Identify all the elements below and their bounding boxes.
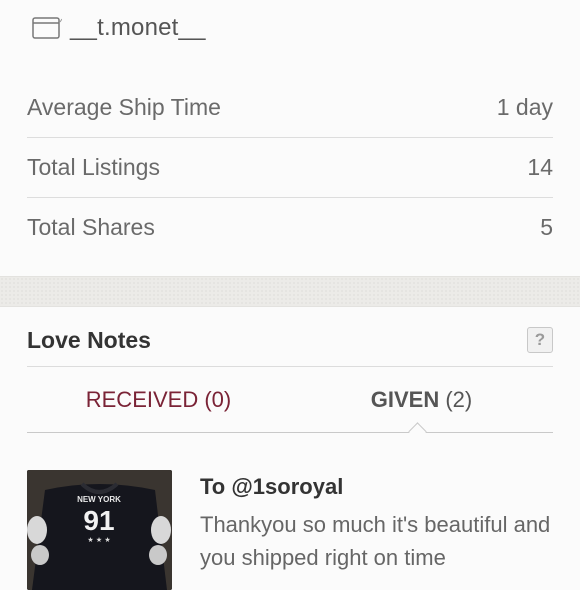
tab-count: (2) [445, 387, 473, 412]
active-tab-pointer [408, 422, 427, 441]
stat-label: Average Ship Time [27, 94, 221, 120]
seller-stats: Average Ship Time 1 day Total Listings 1… [27, 78, 553, 257]
divider [27, 366, 553, 367]
tab-count: (0) [204, 387, 232, 412]
stat-label: Total Shares [27, 214, 155, 240]
note-recipient[interactable]: To @1soroyal [200, 474, 343, 500]
shirt-number: 91 [83, 505, 114, 536]
note-thumbnail[interactable]: NEW YORK 91 ★ ★ ★ [27, 470, 172, 590]
section-separator [0, 276, 580, 307]
love-notes-title: Love Notes [27, 326, 151, 353]
stat-value: 1 day [496, 94, 553, 120]
tab-label: GIVEN [370, 387, 440, 412]
stat-total-shares: Total Shares 5 [27, 198, 553, 257]
help-icon[interactable]: ? [527, 327, 553, 353]
stat-value: 5 [540, 214, 553, 240]
stat-average-ship-time: Average Ship Time 1 day [27, 78, 553, 138]
love-notes-header: Love Notes ? [27, 320, 553, 360]
stat-label: Total Listings [27, 154, 160, 180]
seller-header: __t.monet__ [32, 10, 206, 46]
stat-value: 14 [527, 154, 553, 180]
browser-icon [32, 17, 63, 39]
tab-label: RECEIVED [85, 387, 199, 412]
svg-text:★ ★ ★: ★ ★ ★ [87, 536, 110, 544]
stat-total-listings[interactable]: Total Listings 14 [27, 138, 553, 198]
shirt-print-text: NEW YORK [77, 495, 121, 504]
tab-given[interactable]: GIVEN (2) [290, 380, 553, 420]
tab-received[interactable]: RECEIVED (0) [27, 380, 290, 420]
note-text: Thankyou so much it's beautiful and you … [200, 512, 551, 570]
love-notes-tabs: RECEIVED (0) GIVEN (2) [27, 380, 553, 420]
seller-username[interactable]: __t.monet__ [70, 14, 206, 42]
tabs-underline [27, 432, 553, 433]
